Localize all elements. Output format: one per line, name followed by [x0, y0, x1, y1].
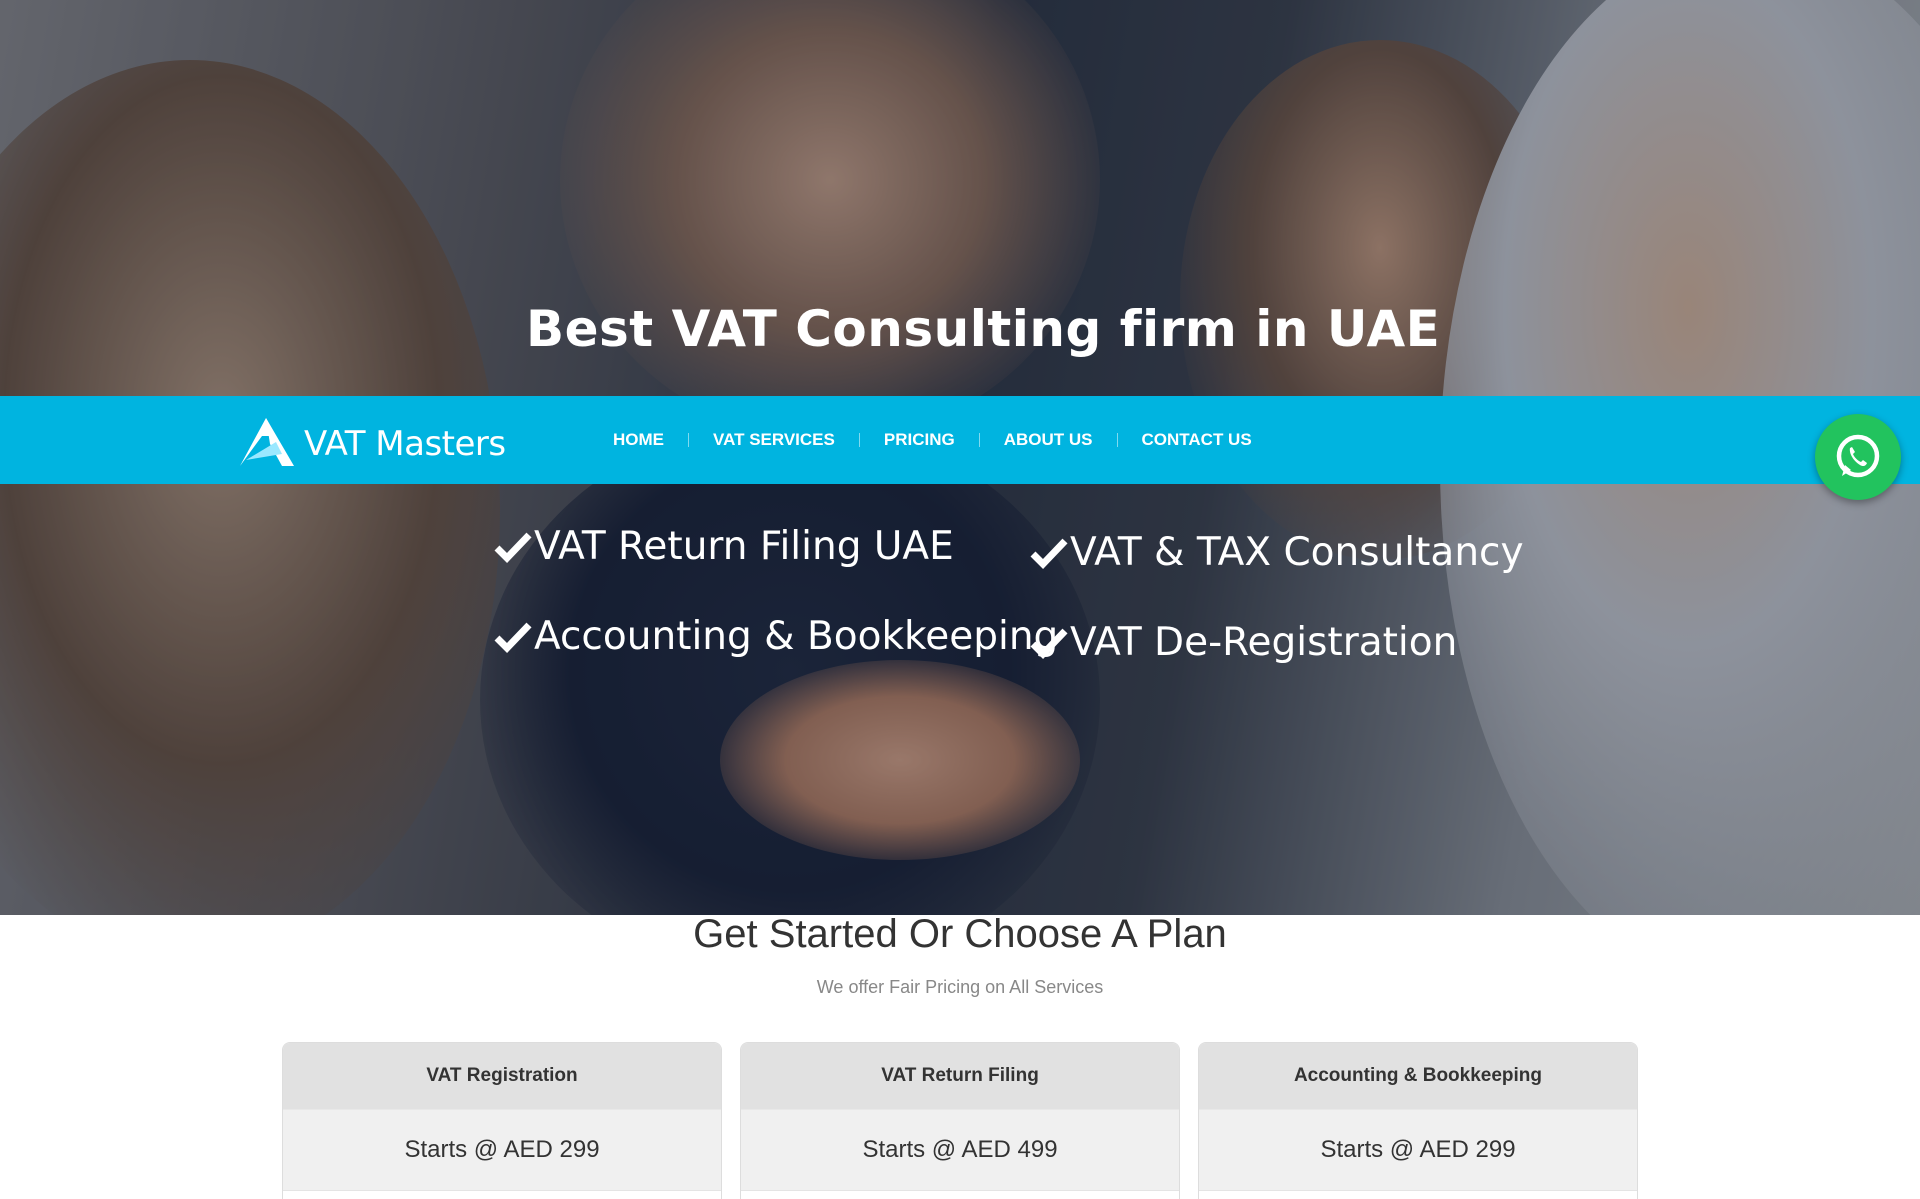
- whatsapp-button[interactable]: [1815, 414, 1901, 500]
- check-icon: [1030, 538, 1068, 569]
- feature-item: Accounting & Bookkeeping: [494, 614, 1058, 659]
- plan-card[interactable]: VAT Registration Starts @ AED 299: [282, 1042, 722, 1199]
- nav-menu: HOME VAT SERVICES PRICING ABOUT US CONTA…: [613, 396, 1252, 484]
- feature-label: Accounting & Bookkeeping: [534, 614, 1059, 659]
- plan-name: Accounting & Bookkeeping: [1199, 1043, 1637, 1109]
- nav-divider: [858, 433, 860, 447]
- plan-price: Starts @ AED 499: [741, 1109, 1179, 1191]
- plan-card[interactable]: Accounting & Bookkeeping Starts @ AED 29…: [1198, 1042, 1638, 1199]
- plan-price: Starts @ AED 299: [283, 1109, 721, 1191]
- nav-item-about-us[interactable]: ABOUT US: [1004, 430, 1093, 450]
- plan-name: VAT Return Filing: [741, 1043, 1179, 1109]
- check-icon: [1030, 628, 1068, 659]
- whatsapp-icon: [1836, 434, 1880, 478]
- plan-price: Starts @ AED 299: [1199, 1109, 1637, 1191]
- feature-label: VAT & TAX Consultancy: [1070, 530, 1524, 575]
- hero-title: Best VAT Consulting firm in UAE: [526, 300, 1441, 358]
- feature-item: VAT De-Registration: [1030, 620, 1457, 665]
- plan-card[interactable]: VAT Return Filing Starts @ AED 499: [740, 1042, 1180, 1199]
- nav-item-vat-services[interactable]: VAT SERVICES: [713, 430, 835, 450]
- nav-item-home[interactable]: HOME: [613, 430, 664, 450]
- nav-item-contact-us[interactable]: CONTACT US: [1142, 430, 1252, 450]
- feature-item: VAT Return Filing UAE: [494, 524, 954, 569]
- check-icon: [494, 532, 532, 563]
- logo-mark-icon: [240, 418, 294, 466]
- brand-logo[interactable]: VAT Masters: [236, 414, 516, 468]
- feature-label: VAT Return Filing UAE: [534, 524, 954, 569]
- plans-title: Get Started Or Choose A Plan: [693, 912, 1227, 956]
- check-icon: [494, 622, 532, 653]
- main-navbar: VAT Masters HOME VAT SERVICES PRICING AB…: [0, 396, 1920, 484]
- plan-name: VAT Registration: [283, 1043, 721, 1109]
- nav-divider: [1116, 433, 1118, 447]
- plans-subtitle: We offer Fair Pricing on All Services: [816, 977, 1104, 997]
- nav-item-pricing[interactable]: PRICING: [884, 430, 955, 450]
- feature-label: VAT De-Registration: [1070, 620, 1458, 665]
- feature-item: VAT & TAX Consultancy: [1030, 530, 1524, 575]
- brand-name: VAT Masters: [304, 424, 506, 464]
- nav-divider: [688, 433, 689, 447]
- nav-divider: [978, 433, 980, 447]
